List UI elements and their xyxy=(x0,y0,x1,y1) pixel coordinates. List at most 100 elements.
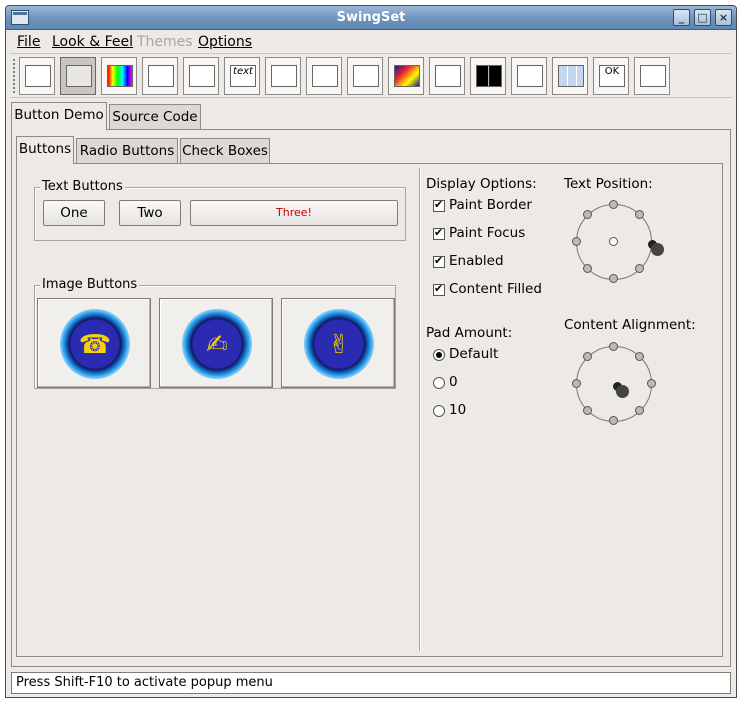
swingset-window: SwingSet _ □ × File Look & Feel Themes O… xyxy=(5,5,737,698)
writing-image-button[interactable]: ✍ xyxy=(159,298,273,388)
checkbox-enabled[interactable] xyxy=(433,254,445,268)
image-buttons-title: Image Buttons xyxy=(40,277,140,292)
editor-text-tool-button[interactable]: text xyxy=(224,57,260,95)
one-button[interactable]: One xyxy=(43,200,105,226)
table-tool-button[interactable] xyxy=(552,57,588,95)
text-position-top-right[interactable] xyxy=(635,210,644,219)
menu-options[interactable]: Options xyxy=(198,34,252,50)
text-position-left[interactable] xyxy=(572,237,581,246)
text-position-selected-marker xyxy=(651,243,664,256)
maximize-button[interactable]: □ xyxy=(694,9,711,26)
table-icon xyxy=(558,65,584,87)
toolbar: text OK xyxy=(10,53,732,98)
text-buttons-group: Text Buttons One Two Three! xyxy=(34,179,406,241)
alignment-bottom-right[interactable] xyxy=(635,406,644,415)
image-buttons-group: Image Buttons ☎ ✍ ✌ xyxy=(34,277,396,389)
text-position-top-left[interactable] xyxy=(583,210,592,219)
tooltip-tool-button[interactable]: OK xyxy=(593,57,629,95)
menu-themes: Themes xyxy=(137,34,193,50)
close-button[interactable]: × xyxy=(715,9,732,26)
tabbedpane-icon xyxy=(517,65,543,87)
tab-check-boxes[interactable]: Check Boxes xyxy=(180,138,270,164)
peace-image-button[interactable]: ✌ xyxy=(281,298,395,388)
alignment-bottom[interactable] xyxy=(609,416,618,425)
content-alignment-title: Content Alignment: xyxy=(564,317,696,333)
text-position-bottom-right[interactable] xyxy=(635,264,644,273)
toolbar-grip[interactable] xyxy=(12,58,16,94)
colorchooser-icon xyxy=(107,65,133,87)
alignment-top-right[interactable] xyxy=(635,352,644,361)
text-position-bottom-left[interactable] xyxy=(583,264,592,273)
optionpane-icon xyxy=(312,65,338,87)
checkbox-content-filled[interactable] xyxy=(433,282,445,296)
checkbox-label[interactable]: Paint Border xyxy=(449,197,532,213)
alignment-bottom-left[interactable] xyxy=(583,406,592,415)
pad-radio-label[interactable]: Default xyxy=(449,346,498,362)
filechooser-tool-button[interactable] xyxy=(183,57,219,95)
alignment-right[interactable] xyxy=(647,379,656,388)
tab-source-code[interactable]: Source Code xyxy=(109,104,201,130)
checkbox-label[interactable]: Content Filled xyxy=(449,281,542,297)
phone-icon: ☎ xyxy=(60,309,130,379)
pad-radio-10[interactable] xyxy=(433,405,445,417)
phone-image-button[interactable]: ☎ xyxy=(37,298,151,388)
filechooser-icon xyxy=(189,65,215,87)
text-position-top[interactable] xyxy=(609,200,618,209)
text-position-dial[interactable] xyxy=(569,197,664,287)
alignment-selected-marker xyxy=(616,385,629,398)
checkbox-label[interactable]: Paint Focus xyxy=(449,225,525,241)
slider-icon xyxy=(435,65,461,87)
peace-hand-icon: ✌ xyxy=(304,309,374,379)
text-position-center[interactable] xyxy=(609,237,618,246)
tab-buttons[interactable]: Buttons xyxy=(16,136,74,164)
writing-hand-icon: ✍ xyxy=(182,309,252,379)
pad-radio-label[interactable]: 0 xyxy=(449,374,458,390)
checkbox-label[interactable]: Enabled xyxy=(449,253,504,269)
text-position-bottom[interactable] xyxy=(609,274,618,283)
list-tool-button[interactable] xyxy=(265,57,301,95)
button-demo-icon xyxy=(25,65,51,87)
two-button[interactable]: Two xyxy=(119,200,181,226)
pad-radio-default[interactable] xyxy=(433,349,445,361)
title-bar[interactable]: SwingSet _ □ × xyxy=(6,6,736,30)
minimize-button[interactable]: _ xyxy=(673,9,690,26)
pad-amount-title: Pad Amount: xyxy=(426,325,513,341)
alignment-top-left[interactable] xyxy=(583,352,592,361)
tree-icon xyxy=(640,65,666,87)
splitpane-icon xyxy=(476,65,502,87)
tab-button-demo[interactable]: Button Demo xyxy=(11,102,107,130)
toggle-demo-icon xyxy=(66,65,92,87)
pad-radio-0[interactable] xyxy=(433,377,445,389)
combobox-icon xyxy=(148,65,174,87)
list-icon xyxy=(271,65,297,87)
checkbox-paint-border[interactable] xyxy=(433,198,445,212)
tree-tool-button[interactable] xyxy=(634,57,670,95)
tab-radio-buttons[interactable]: Radio Buttons xyxy=(76,138,178,164)
display-options-title: Display Options: xyxy=(426,176,537,192)
slider-tool-button[interactable] xyxy=(429,57,465,95)
content-alignment-dial[interactable] xyxy=(569,339,659,429)
editor-text-icon: text xyxy=(230,65,256,87)
menu-bar: File Look & Feel Themes Options xyxy=(6,31,736,53)
window-title: SwingSet xyxy=(336,10,406,25)
scrollpane-tool-button[interactable] xyxy=(388,57,424,95)
combobox-tool-button[interactable] xyxy=(142,57,178,95)
optionpane-tool-button[interactable] xyxy=(306,57,342,95)
alignment-left[interactable] xyxy=(572,379,581,388)
toggle-demo-tool-button[interactable] xyxy=(60,57,96,95)
tooltip-icon: OK xyxy=(599,65,625,87)
splitpane-tool-button[interactable] xyxy=(470,57,506,95)
checkbox-paint-focus[interactable] xyxy=(433,226,445,240)
button-demo-tool-button[interactable] xyxy=(19,57,55,95)
progressbar-tool-button[interactable] xyxy=(347,57,383,95)
tabbedpane-tool-button[interactable] xyxy=(511,57,547,95)
text-position-title: Text Position: xyxy=(564,176,653,192)
status-bar: Press Shift-F10 to activate popup menu xyxy=(11,672,731,694)
menu-look-and-feel[interactable]: Look & Feel xyxy=(52,34,133,50)
three-button[interactable]: Three! xyxy=(190,200,398,226)
colorchooser-tool-button[interactable] xyxy=(101,57,137,95)
progressbar-icon xyxy=(353,65,379,87)
alignment-top[interactable] xyxy=(609,342,618,351)
pad-radio-label[interactable]: 10 xyxy=(449,402,466,418)
menu-file[interactable]: File xyxy=(17,34,40,50)
